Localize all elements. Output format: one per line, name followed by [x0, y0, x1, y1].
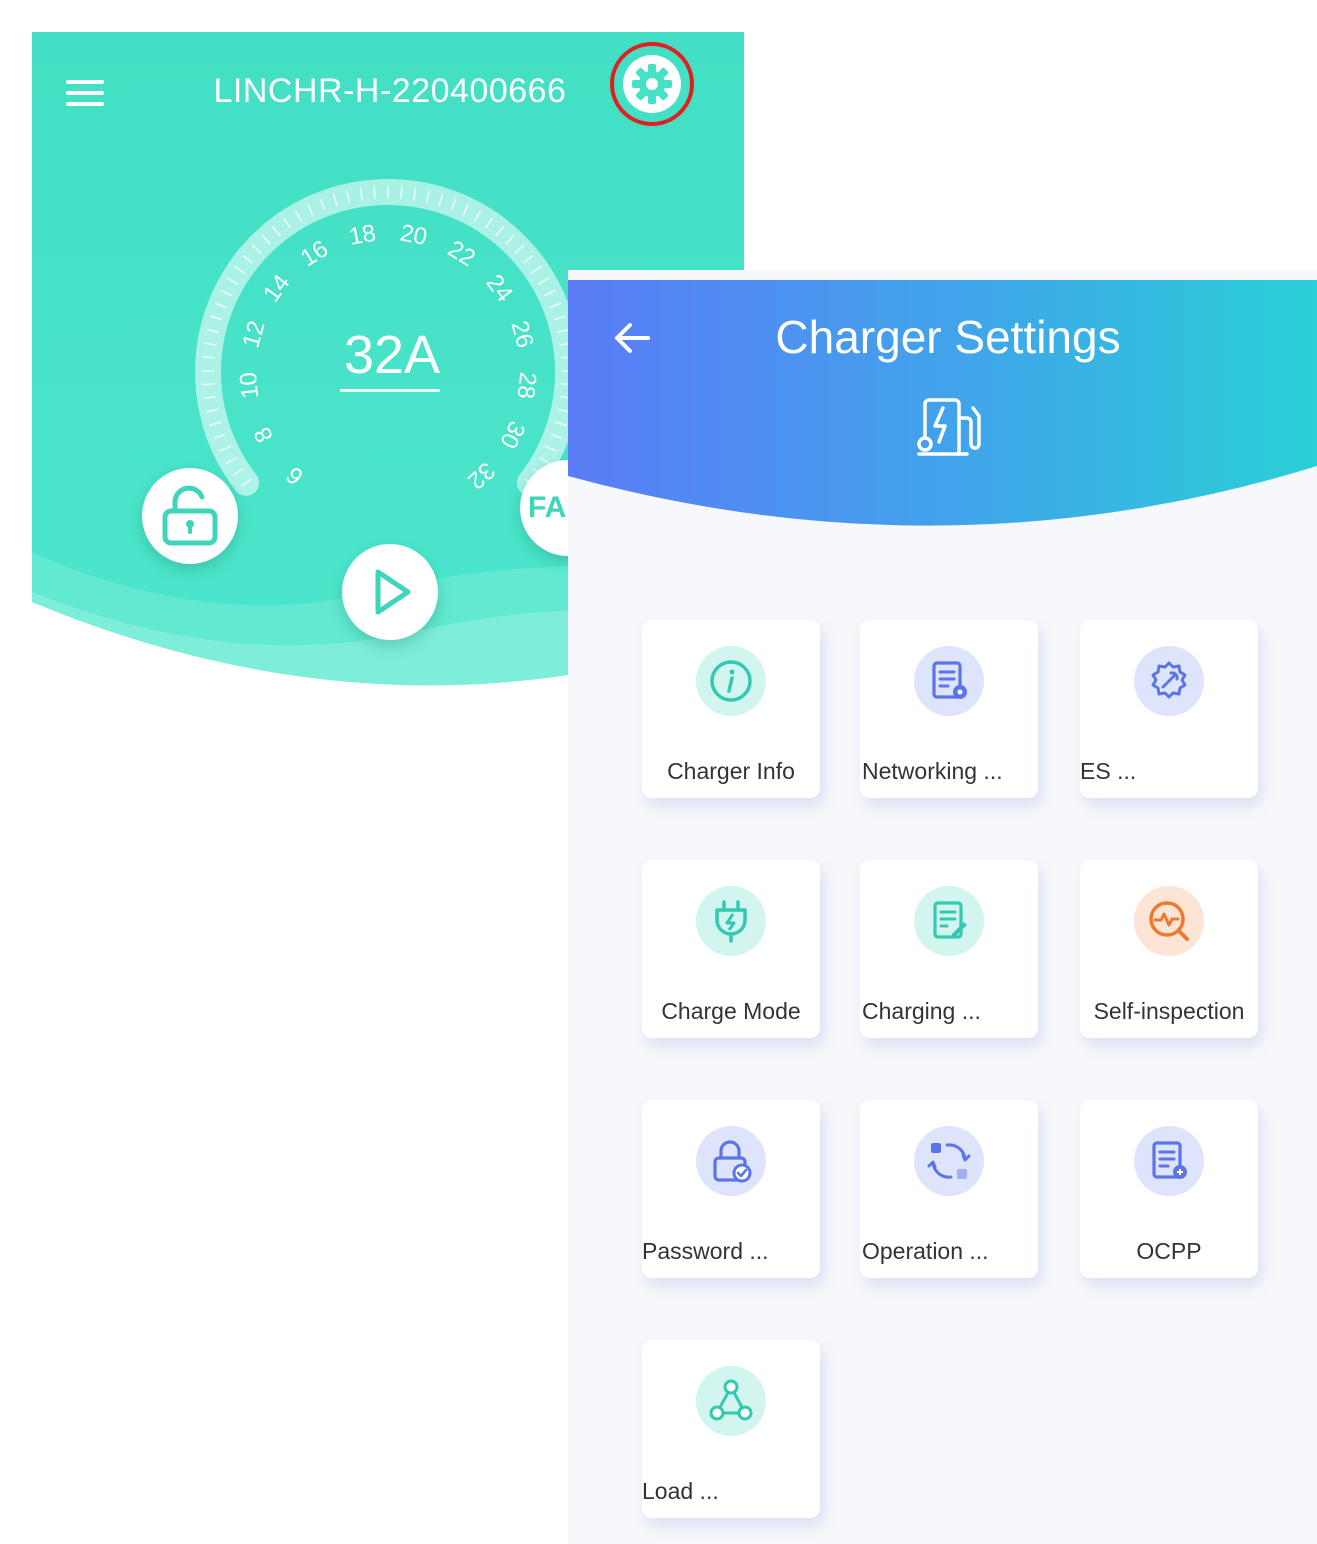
inspection-icon: [1149, 901, 1189, 941]
tile-es[interactable]: ES ...: [1080, 620, 1258, 798]
dial-tick-label: 16: [296, 235, 333, 272]
info-icon: [710, 660, 752, 702]
dial-minor-tick: [400, 186, 403, 199]
charging-doc-icon: [933, 901, 967, 939]
dial-tick-label: 18: [347, 219, 378, 250]
dial-minor-tick: [202, 356, 215, 359]
dial-tick-label: 10: [235, 371, 264, 400]
tile-self-inspection[interactable]: Self-inspection: [1080, 860, 1258, 1038]
dial-tick-label: 24: [480, 270, 518, 308]
current-underline: [340, 389, 440, 392]
dial-tick-label: 32: [462, 456, 500, 494]
dial-tick-label: 22: [443, 235, 480, 272]
tile-password[interactable]: Password ...: [642, 1100, 820, 1278]
dial-tick-label: 6: [281, 461, 309, 490]
load-network-icon: [709, 1379, 753, 1421]
tile-operation[interactable]: Operation ...: [860, 1100, 1038, 1278]
dial-tick-label: 30: [494, 417, 530, 453]
tile-label: Charge Mode: [661, 998, 801, 1024]
current-value: 32A: [343, 325, 441, 385]
dial-tick-label: 20: [398, 219, 429, 250]
tile-load[interactable]: Load ...: [642, 1340, 820, 1518]
tile-label: Load ...: [642, 1478, 719, 1504]
tile-label: OCPP: [1136, 1238, 1202, 1264]
password-lock-icon: [713, 1140, 752, 1183]
dial-tick-label: 28: [512, 371, 541, 400]
charger-station-icon: [917, 398, 981, 456]
dial-tick-label: 26: [505, 318, 538, 351]
tile-label: Charger Info: [667, 758, 795, 784]
network-doc-icon: [932, 661, 967, 699]
charger-settings-screen: Charger Settings Charger Info Networking…: [568, 270, 1317, 1544]
back-arrow-icon[interactable]: [610, 318, 654, 358]
tile-charge-mode[interactable]: Charge Mode: [642, 860, 820, 1038]
tile-label: Operation ...: [862, 1238, 989, 1264]
fa-label: FA: [528, 491, 567, 524]
screenshot-composite: LINCHR-H-220400666 68 10 12 14 16 18 20 …: [0, 0, 1317, 1544]
tile-ocpp[interactable]: OCPP: [1080, 1100, 1258, 1278]
tile-charger-info[interactable]: Charger Info: [642, 620, 820, 798]
tile-label: Charging ...: [862, 998, 981, 1024]
ocpp-doc-icon: [1152, 1141, 1187, 1179]
plug-icon: [715, 900, 747, 943]
tile-label: Self-inspection: [1093, 998, 1245, 1024]
start-charging-button[interactable]: [342, 544, 438, 640]
tile-networking[interactable]: Networking ...: [860, 620, 1038, 798]
dial-tick-label: 14: [258, 270, 296, 308]
dial-tick-label: 8: [249, 423, 279, 447]
unlock-icon: [162, 485, 218, 546]
dial-minor-tick: [373, 186, 376, 199]
tile-label: Password ...: [642, 1238, 769, 1264]
tile-label: Networking ...: [862, 758, 1003, 784]
dial-minor-tick: [202, 382, 215, 386]
operation-cycle-icon: [927, 1143, 971, 1179]
play-icon: [375, 569, 411, 615]
dial-tick-label: 12: [237, 318, 270, 351]
unlock-button[interactable]: [142, 468, 238, 564]
tile-charging[interactable]: Charging ...: [860, 860, 1038, 1038]
settings-title: Charger Settings: [775, 311, 1121, 363]
tile-label: ES ...: [1080, 758, 1137, 784]
gear-wrench-icon: [1151, 661, 1187, 699]
